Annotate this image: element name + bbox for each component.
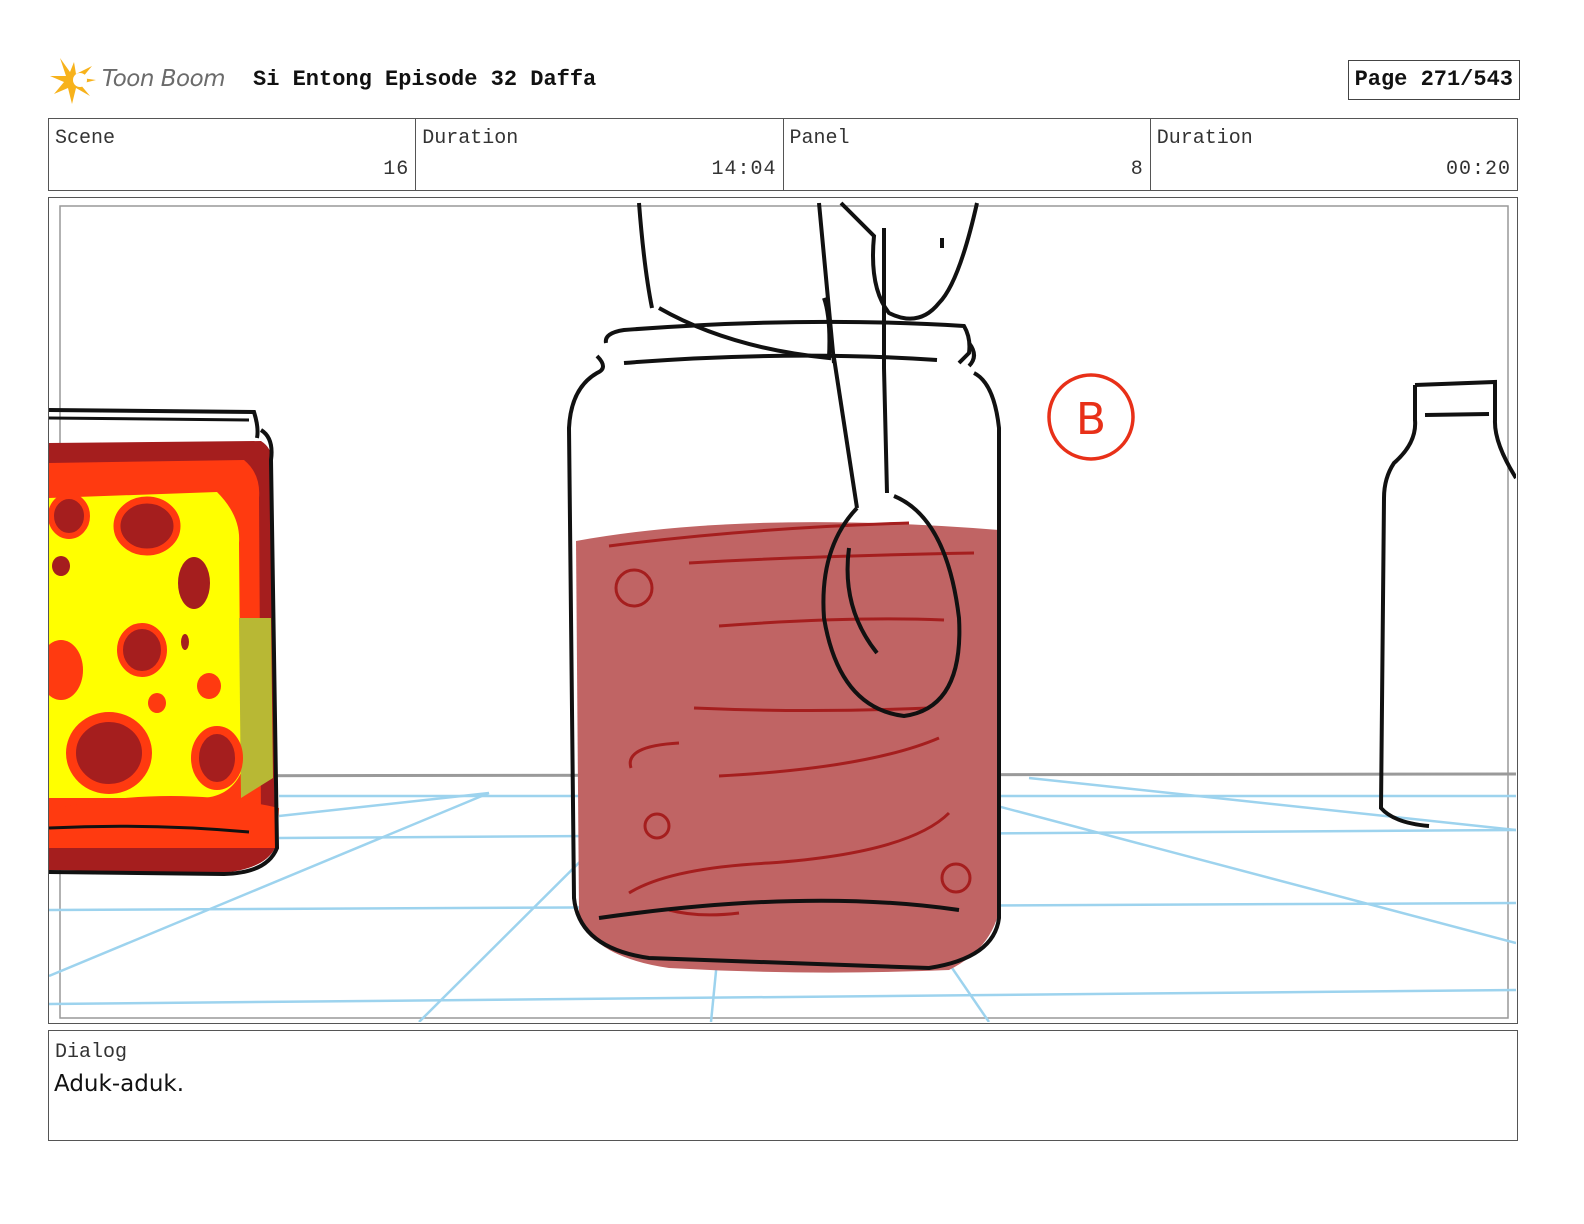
page-number: Page 271/543 [1347,60,1520,100]
toon-boom-logo: Toon Boom [50,56,240,106]
panel-duration-cell: Duration 00:20 [1151,119,1517,190]
scene-duration-cell: Duration 14:04 [416,119,784,190]
center-jar [566,319,1001,973]
dialog-text: Aduk-aduk. [54,1071,185,1097]
panel-label: Panel [789,127,850,150]
document-title: Si Entong Episode 32 Daffa [253,67,597,92]
info-table: Scene 16 Duration 14:04 Panel 8 Duration… [48,118,1518,191]
starburst-icon [50,58,96,104]
panel-drawing: B [49,201,1516,1022]
panel-duration-label: Duration [1156,127,1253,150]
annotation-circle: B [1047,373,1135,461]
storyboard-panel: B [48,197,1518,1024]
dialog-label: Dialog [55,1041,128,1064]
scene-label: Scene [55,127,116,150]
logo-text: Toon Boom [102,66,226,92]
annotation-letter: B [1076,394,1106,445]
scene-value: 16 [383,158,410,181]
dialog-box: Dialog Aduk-aduk. [48,1030,1518,1141]
left-jar [49,408,280,877]
panel-cell: Panel 8 [784,119,1151,190]
panel-value: 8 [1130,158,1144,181]
scene-cell: Scene 16 [49,119,417,190]
scene-duration-label: Duration [422,127,519,150]
panel-duration-value: 00:20 [1445,158,1511,181]
page-header: Toon Boom Si Entong Episode 32 Daffa Pag… [50,56,1520,106]
scene-duration-value: 14:04 [711,158,777,181]
bottle [1378,379,1516,828]
